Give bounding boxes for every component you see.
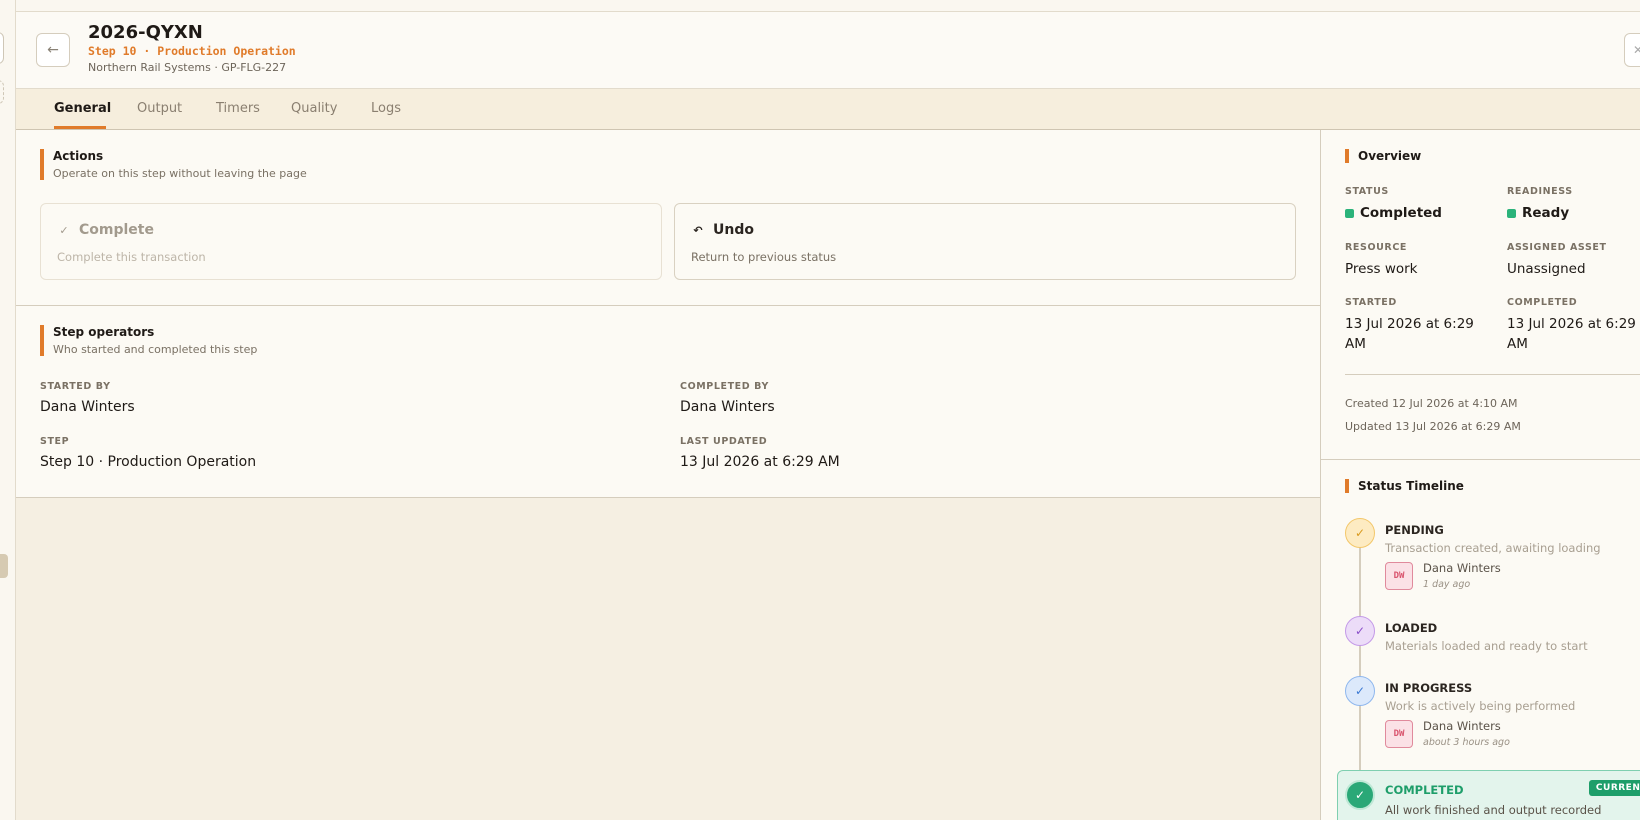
- tab-timers[interactable]: Timers: [216, 89, 260, 129]
- close-button[interactable]: ✕: [1624, 33, 1640, 67]
- resource-field: RESOURCE Press work: [1345, 242, 1418, 277]
- completed-value: 13 Jul 2026 at 6:29 AM: [1507, 316, 1636, 352]
- overview-panel: Overview STATUS Completed READINESS Read…: [1321, 130, 1640, 460]
- check-circle-icon: ✓: [1345, 676, 1375, 706]
- operators-title: Step operators: [53, 325, 155, 339]
- readiness-value: Ready: [1522, 205, 1570, 221]
- step-field: STEP Step 10 · Production Operation: [40, 436, 257, 470]
- step-value: Step 10 · Production Operation: [40, 454, 257, 470]
- actions-subtitle: Operate on this step without leaving the…: [53, 167, 307, 180]
- arrow-left-icon: ←: [47, 42, 59, 58]
- completed-by-value: Dana Winters: [680, 399, 775, 415]
- overview-divider: [1345, 374, 1640, 375]
- created-text: Created 12 Jul 2026 at 4:10 AM: [1345, 397, 1518, 410]
- check-circle-icon: ✓: [1345, 518, 1375, 548]
- timeline-item-in-progress: ✓ IN PROGRESS Work is actively being per…: [1345, 676, 1640, 766]
- started-by-field: STARTED BY Dana Winters: [40, 381, 135, 415]
- asset-field: ASSIGNED ASSET Unassigned: [1507, 242, 1607, 277]
- timeline-item-loaded: ✓ LOADED Materials loaded and ready to s…: [1345, 616, 1640, 656]
- overview-title: Overview: [1345, 149, 1421, 163]
- page-title: 2026-QYXN: [88, 22, 203, 43]
- timeline-item-completed: ✓ COMPLETED All work finished and output…: [1337, 770, 1640, 820]
- last-updated-field: LAST UPDATED 13 Jul 2026 at 6:29 AM: [680, 436, 840, 470]
- header-meta: Northern Rail Systems · GP-FLG-227: [88, 61, 287, 74]
- complete-label: Complete: [79, 222, 154, 238]
- main-content: Actions Operate on this step without lea…: [16, 130, 1321, 820]
- avatar: DW: [1385, 720, 1413, 748]
- timeline-item-pending: ✓ PENDING Transaction created, awaiting …: [1345, 518, 1640, 608]
- readiness-dot: [1507, 208, 1516, 218]
- current-badge: CURRENT: [1588, 780, 1640, 796]
- step-line: Step 10 · Production Operation: [88, 44, 296, 58]
- undo-desc: Return to previous status: [691, 250, 837, 264]
- check-circle-icon: ✓: [1345, 780, 1375, 810]
- started-value: 13 Jul 2026 at 6:29 AM: [1345, 316, 1474, 352]
- tab-output[interactable]: Output: [137, 89, 182, 129]
- rail-placeholder[interactable]: [0, 80, 4, 104]
- undo-action-card[interactable]: ↶ Undo Return to previous status: [674, 203, 1296, 280]
- left-rail: [0, 0, 16, 820]
- back-button[interactable]: ←: [36, 33, 70, 67]
- last-updated-value: 13 Jul 2026 at 6:29 AM: [680, 454, 840, 470]
- right-sidebar: Overview STATUS Completed READINESS Read…: [1320, 130, 1640, 820]
- timeline-title: Status Timeline: [1345, 479, 1464, 493]
- started-field: STARTED 13 Jul 2026 at 6:29 AM: [1345, 297, 1474, 352]
- complete-action-card[interactable]: ✓ Complete Complete this transaction: [40, 203, 662, 280]
- status-dot: [1345, 208, 1354, 218]
- actions-heading: Actions Operate on this step without lea…: [40, 149, 307, 180]
- actions-panel: Actions Operate on this step without lea…: [16, 130, 1321, 306]
- completed-by-field: COMPLETED BY Dana Winters: [680, 381, 775, 415]
- avatar: DW: [1385, 562, 1413, 590]
- close-icon: ✕: [1633, 43, 1640, 57]
- undo-label: Undo: [713, 222, 754, 238]
- top-strip: [16, 0, 1640, 12]
- completed-field: COMPLETED 13 Jul 2026 at 6:29 AM: [1507, 297, 1636, 352]
- status-value: Completed: [1360, 205, 1442, 221]
- operators-subtitle: Who started and completed this step: [53, 343, 258, 356]
- status-field: STATUS Completed: [1345, 186, 1442, 221]
- complete-desc: Complete this transaction: [57, 250, 206, 264]
- updated-text: Updated 13 Jul 2026 at 6:29 AM: [1345, 420, 1521, 433]
- started-by-value: Dana Winters: [40, 399, 135, 415]
- resource-value: Press work: [1345, 261, 1418, 277]
- actions-title: Actions: [53, 149, 104, 163]
- rail-button[interactable]: [0, 32, 4, 64]
- check-circle-icon: ✓: [59, 223, 69, 237]
- readiness-field: READINESS Ready: [1507, 186, 1573, 221]
- tab-quality[interactable]: Quality: [291, 89, 337, 129]
- tab-logs[interactable]: Logs: [371, 89, 401, 129]
- tab-bar: General Output Timers Quality Logs: [16, 89, 1640, 130]
- tab-general[interactable]: General: [54, 89, 111, 129]
- undo-icon: ↶: [693, 223, 703, 237]
- check-circle-icon: ✓: [1345, 616, 1375, 646]
- operators-heading: Step operators Who started and completed…: [40, 325, 257, 356]
- operators-panel: Step operators Who started and completed…: [16, 306, 1321, 498]
- page-header: ← 2026-QYXN Step 10 · Production Operati…: [16, 12, 1640, 89]
- asset-value: Unassigned: [1507, 261, 1586, 277]
- rail-resize-handle[interactable]: [0, 554, 8, 578]
